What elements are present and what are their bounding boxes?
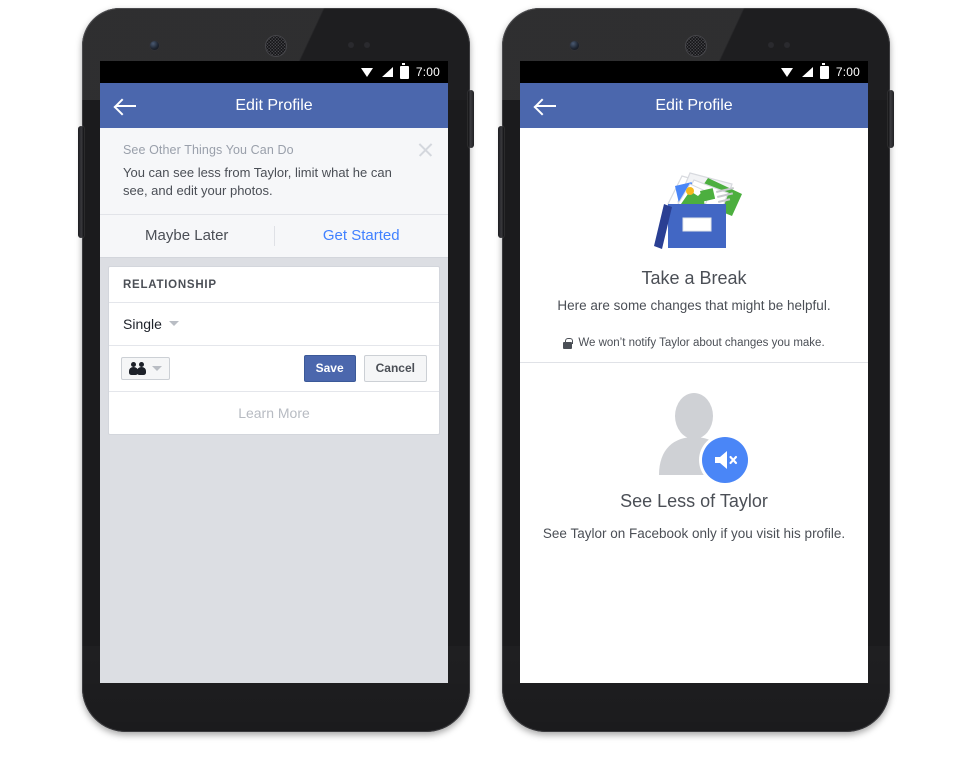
friends-icon [129, 361, 146, 375]
relationship-controls-row: Save Cancel [109, 346, 439, 392]
front-camera-icon [570, 41, 579, 50]
chevron-down-icon [152, 365, 162, 371]
phone-screen-left: 7:00 Edit Profile See Other Things You C… [100, 61, 448, 683]
nux-actions: Maybe Later Get Started [100, 213, 449, 257]
relationship-status-row[interactable]: Single [109, 303, 439, 346]
light-sensor-icon [784, 42, 790, 48]
notify-disclaimer-text: We won’t notify Taylor about changes you… [578, 337, 825, 350]
section-header-relationship: RELATIONSHIP [109, 267, 439, 303]
app-bar: Edit Profile [520, 83, 868, 128]
battery-icon [399, 63, 409, 79]
volume-button[interactable] [498, 126, 504, 238]
signal-icon [801, 67, 813, 77]
back-arrow-icon[interactable] [536, 98, 557, 114]
phone-device-right: 7:00 Edit Profile Take a Break Here are … [498, 8, 894, 732]
chevron-down-icon [168, 321, 179, 327]
relationship-status-value: Single [123, 315, 162, 332]
nux-body-text: You can see less from Taylor, limit what… [123, 165, 392, 198]
get-started-button[interactable]: Get Started [275, 215, 449, 257]
maybe-later-button[interactable]: Maybe Later [100, 215, 274, 257]
status-clock: 7:00 [835, 65, 860, 79]
see-less-title: See Less of Taylor [620, 491, 768, 512]
phone-screen-right: 7:00 Edit Profile Take a Break Here are … [520, 61, 868, 683]
learn-more-link[interactable]: Learn More [109, 392, 439, 434]
volume-button[interactable] [78, 126, 84, 238]
notify-disclaimer: We won’t notify Taylor about changes you… [520, 315, 868, 364]
status-bar: 7:00 [520, 61, 868, 83]
lock-icon [563, 337, 573, 349]
screenshot-stage: 7:00 Edit Profile See Other Things You C… [0, 0, 960, 771]
page-title: Edit Profile [655, 96, 733, 114]
nux-heading: See Other Things You Can Do [123, 143, 294, 157]
power-button[interactable] [888, 90, 894, 148]
battery-icon [819, 63, 829, 79]
see-less-section: See Less of Taylor See Taylor on Faceboo… [520, 363, 868, 543]
cancel-button[interactable]: Cancel [363, 354, 427, 382]
audience-selector-button[interactable] [121, 356, 170, 380]
see-less-subtitle: See Taylor on Facebook only if you visit… [542, 526, 846, 542]
mute-speaker-glyph [714, 451, 737, 470]
wifi-icon [780, 67, 794, 77]
earpiece-speaker-icon [266, 36, 286, 56]
light-sensor-icon [364, 42, 370, 48]
power-button[interactable] [468, 90, 474, 148]
back-arrow-icon[interactable] [116, 98, 137, 114]
close-icon[interactable] [417, 141, 434, 158]
screen-content-left: See Other Things You Can Do You can see … [100, 128, 448, 683]
archive-box-icon [654, 172, 742, 249]
proximity-sensor-icon [768, 42, 774, 48]
relationship-card: RELATIONSHIP Single Save Cancel Learn Mo… [108, 265, 440, 435]
hero-subtitle: Here are some changes that might be help… [557, 298, 831, 313]
signal-icon [381, 67, 393, 77]
front-camera-icon [150, 41, 159, 50]
mute-speaker-icon [702, 437, 748, 484]
app-bar: Edit Profile [100, 83, 448, 128]
phone-device-left: 7:00 Edit Profile See Other Things You C… [78, 8, 474, 732]
take-a-break-hero: Take a Break Here are some changes that … [520, 128, 868, 315]
hero-title: Take a Break [641, 268, 747, 288]
status-bar: 7:00 [100, 61, 448, 83]
screen-content-right: Take a Break Here are some changes that … [520, 128, 868, 683]
status-clock: 7:00 [415, 65, 440, 79]
proximity-sensor-icon [348, 42, 354, 48]
wifi-icon [360, 67, 374, 77]
save-button[interactable]: Save [303, 354, 356, 382]
earpiece-speaker-icon [686, 36, 706, 56]
page-title: Edit Profile [235, 96, 313, 114]
nux-banner: See Other Things You Can Do You can see … [100, 128, 448, 258]
avatar [646, 391, 748, 484]
